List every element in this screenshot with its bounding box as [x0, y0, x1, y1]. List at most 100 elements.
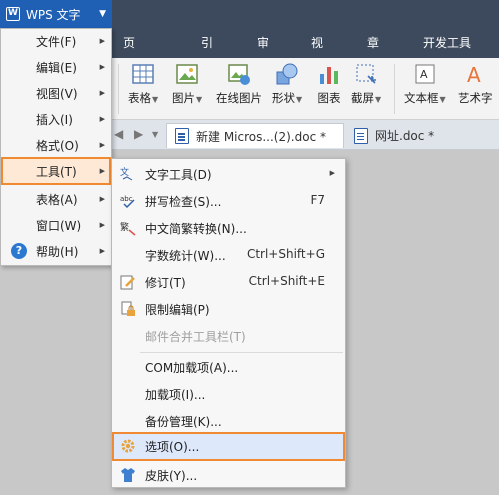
app-name: WPS 文字: [26, 7, 81, 22]
menu-item-format[interactable]: 格式(O) ▶: [1, 133, 111, 157]
menu-item-spell-check[interactable]: abc 拼写检查(S)... F7: [112, 188, 345, 214]
online-picture-label: 在线图片: [216, 91, 262, 105]
table-button[interactable]: 表格▼: [128, 62, 158, 106]
spell-check-icon: abc: [120, 195, 135, 209]
chevron-right-icon: ▶: [99, 195, 105, 203]
menu-item-window[interactable]: 窗口(W) ▶: [1, 213, 111, 237]
chart-button[interactable]: 图表: [317, 62, 341, 106]
menu-item-label: 字数统计(W)...: [145, 249, 226, 263]
menu-item-edit[interactable]: 编辑(E) ▶: [1, 55, 111, 79]
screenshot-button[interactable]: 截屏▼: [351, 62, 381, 106]
doc-tab-new-microsoft[interactable]: 新建 Micros...(2).doc *: [166, 123, 344, 148]
document-icon: [175, 128, 189, 144]
forward-arrow-icon[interactable]: ▶: [134, 127, 143, 141]
svg-text:繁: 繁: [120, 221, 129, 233]
help-icon: ?: [11, 243, 27, 259]
wps-logo-icon: W: [6, 7, 20, 21]
menu-item-label: 加载项(I)...: [145, 388, 206, 402]
document-icon: [354, 127, 368, 144]
chevron-right-icon: ▶: [99, 89, 105, 97]
app-main-menu: 文件(F) ▶ 编辑(E) ▶ 视图(V) ▶ 插入(I) ▶ 格式(O) ▶ 工具(T)…: [0, 28, 112, 266]
menu-item-insert[interactable]: 插入(I) ▶: [1, 107, 111, 131]
shortcut-label: Ctrl+Shift+G: [246, 247, 325, 261]
menu-item-label: 选项(O)...: [145, 440, 200, 454]
shape-label: 形状: [272, 91, 295, 105]
menu-item-options[interactable]: 选项(O)...: [112, 432, 345, 461]
menu-item-label: 邮件合并工具栏(T): [145, 330, 246, 344]
skin-shirt-icon: [121, 468, 135, 482]
online-picture-icon: [228, 64, 250, 85]
doc-tab-label: 网址.doc *: [375, 129, 435, 143]
menu-item-label: 视图(V): [36, 86, 78, 101]
chevron-right-icon: ▶: [329, 169, 335, 177]
screenshot-label: 截屏: [351, 91, 374, 105]
textbox-icon: A: [415, 64, 435, 84]
menu-item-label: 文件(F): [36, 34, 77, 49]
shape-icon: [276, 63, 298, 85]
menu-item-text-tools[interactable]: 文 文字工具(D) ▶: [112, 161, 345, 187]
svg-text:文: 文: [120, 166, 129, 178]
back-arrow-icon[interactable]: ◀: [114, 127, 123, 141]
menu-item-label: 皮肤(Y)...: [145, 469, 198, 483]
menu-item-word-count[interactable]: 字数统计(W)... Ctrl+Shift+G: [112, 242, 345, 268]
chart-label: 图表: [317, 91, 341, 105]
menu-item-label: 修订(T): [145, 276, 186, 290]
revision-icon: [120, 275, 135, 290]
wordart-label: 艺术字: [458, 91, 493, 105]
chevron-right-icon: ▶: [99, 63, 105, 71]
menu-item-chinese-convert[interactable]: 繁 中文简繁转换(N)...: [112, 215, 345, 241]
screenshot-icon: [356, 64, 377, 84]
menu-item-label: 拼写检查(S)...: [145, 195, 222, 209]
shortcut-label: Ctrl+Shift+E: [248, 274, 325, 288]
chevron-right-icon: ▶: [99, 167, 105, 175]
tab-developer[interactable]: 开发工具: [423, 28, 471, 58]
menu-item-tools[interactable]: 工具(T) ▶: [1, 157, 111, 185]
menu-item-file[interactable]: 文件(F) ▶: [1, 29, 111, 53]
chart-icon: [320, 67, 338, 84]
chevron-right-icon: ▶: [99, 115, 105, 123]
chevron-down-icon: ▼: [99, 9, 106, 19]
menu-item-label: 窗口(W): [36, 218, 82, 233]
menu-item-restrict-edit[interactable]: 限制编辑(P): [112, 296, 345, 322]
menu-item-view[interactable]: 视图(V) ▶: [1, 81, 111, 105]
lock-icon: [121, 301, 135, 316]
menu-item-backup[interactable]: 备份管理(K)...: [112, 408, 345, 434]
menu-item-com-addins[interactable]: COM加载项(A)...: [112, 354, 345, 380]
svg-text:A: A: [420, 68, 428, 81]
chevron-right-icon: ▶: [99, 37, 105, 45]
chevron-right-icon: ▶: [99, 221, 105, 229]
menu-item-table[interactable]: 表格(A) ▶: [1, 187, 111, 211]
wps-app-menu-button[interactable]: W WPS 文字 ▼: [0, 0, 112, 28]
chevron-down-icon[interactable]: ▼: [152, 130, 158, 139]
menu-item-label: 格式(O): [36, 138, 79, 153]
picture-icon: [176, 64, 198, 84]
menu-item-label: 限制编辑(P): [145, 303, 210, 317]
gear-icon: [121, 439, 135, 453]
picture-button[interactable]: 图片▼: [172, 62, 202, 106]
wordart-button[interactable]: A 艺术字: [458, 62, 493, 106]
online-picture-button[interactable]: 在线图片: [216, 62, 262, 106]
shape-button[interactable]: 形状▼: [272, 62, 302, 106]
menu-item-label: 帮助(H): [36, 244, 79, 259]
menu-item-label: COM加载项(A)...: [145, 361, 239, 375]
chevron-right-icon: ▶: [99, 141, 105, 149]
menu-item-label: 工具(T): [36, 164, 77, 179]
menu-item-help[interactable]: ? 帮助(H) ▶: [1, 239, 111, 263]
menu-item-revision[interactable]: 修订(T) Ctrl+Shift+E: [112, 269, 345, 295]
textbox-button[interactable]: A 文本框▼: [404, 62, 446, 106]
shortcut-label: F7: [310, 193, 325, 207]
menu-item-label: 表格(A): [36, 192, 78, 207]
table-icon: [132, 64, 154, 84]
menu-item-addins[interactable]: 加载项(I)...: [112, 381, 345, 407]
svg-text:abc: abc: [120, 195, 133, 203]
textbox-label: 文本框: [404, 91, 439, 105]
chinese-convert-icon: 繁: [120, 221, 136, 236]
doc-tab-label: 新建 Micros...(2).doc *: [196, 129, 326, 144]
menu-item-skin[interactable]: 皮肤(Y)...: [112, 462, 345, 488]
svg-text:A: A: [467, 63, 481, 86]
menu-item-label: 编辑(E): [36, 60, 77, 75]
picture-label: 图片: [172, 91, 195, 105]
table-label: 表格: [128, 91, 151, 105]
ribbon-divider: [118, 64, 119, 114]
doc-tab-website[interactable]: 网址.doc *: [346, 123, 496, 148]
